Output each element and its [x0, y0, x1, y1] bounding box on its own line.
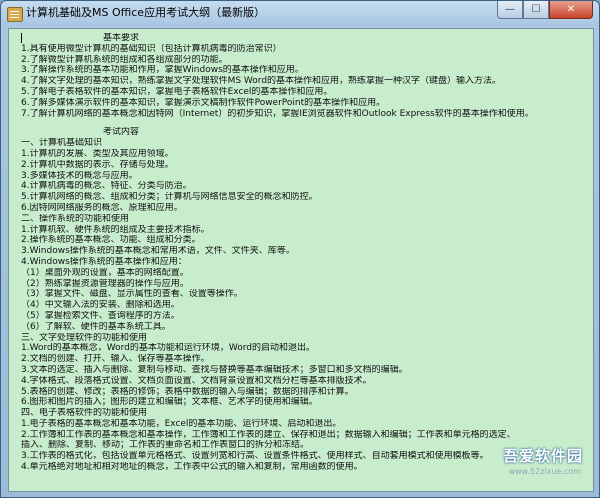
text-line: 3.了解操作系统的基本功能和作用，掌握Windows的基本操作和应用。	[21, 65, 304, 76]
text-line: 4.Windows操作系统的基本操作和应用：	[21, 256, 187, 267]
text-line: 7.了解计算机网络的基本概念和因特网（Internet）的初步知识，掌握IE浏览…	[21, 108, 534, 119]
watermark-text: 吾爱软件园	[502, 447, 583, 465]
text-line: （5）掌握检索文件、查询程序的方法。	[21, 310, 180, 321]
text-line: （1）桌面外观的设置，基本的网络配置。	[21, 267, 189, 278]
maximize-button[interactable]: ☐	[523, 1, 549, 19]
text-line: （4）中文输入法的安装、删除和选用。	[21, 300, 180, 311]
text-line: 2.工作簿和工作表的基本概念和基本操作，工作簿和工作表的建立、保存和退出；数据输…	[21, 429, 516, 440]
text-line: （3）掌握文件、磁盘、显示属性的查看、设置等操作。	[21, 289, 243, 300]
requirements-heading: 基本要求	[103, 33, 140, 43]
notepad-icon[interactable]	[7, 7, 23, 22]
text-line: 4.字体格式、段落格式设置、文档页面设置、文档背景设置和文档分栏等基本排版技术。	[21, 375, 372, 386]
text-line: 5.了解电子表格软件的基本知识，掌握电子表格软件Excel的基本操作和应用。	[21, 86, 333, 97]
minimize-icon: —	[505, 4, 515, 15]
title-bar[interactable]: 计算机基础及MS Office应用考试大纲（最新版） — ☐ ✕	[1, 1, 599, 27]
watermark-url: www.52zixue.com	[508, 467, 581, 476]
text-line: 6.了解多媒体演示软件的基本知识，掌握演示文稿制作软件PowerPoint的基本…	[21, 97, 386, 108]
text-editor-area[interactable]: 基本要求 1.具有使用微型计算机的基础知识（包括计算机病毒的防治常识） 2.了解微…	[8, 28, 594, 492]
exam-content-heading: 考试内容	[103, 127, 140, 138]
window-title: 计算机基础及MS Office应用考试大纲（最新版）	[26, 6, 266, 19]
watermark-logo: 吾爱软件园 www.52zixue.com	[488, 443, 583, 483]
minimize-button[interactable]: —	[497, 1, 523, 19]
document-content: 基本要求 1.具有使用微型计算机的基础知识（包括计算机病毒的防治常识） 2.了解微…	[21, 33, 581, 473]
close-button[interactable]: ✕	[549, 1, 593, 19]
text-line: 3.Windows操作系统的基本概念和常用术语，文件、文件夹、库等。	[21, 246, 295, 257]
text-line: 1.电子表格的基本概念和基本功能，Excel的基本功能、运行环境、启动和退出。	[21, 418, 342, 429]
text-line: 1.计算机的发展、类型及其应用领域。	[21, 148, 174, 159]
text-line: 2.文档的创建、打开、输入、保存等基本操作。	[21, 354, 210, 365]
text-line: 二、操作系统的功能和使用	[21, 213, 130, 224]
text-line: （6）了解软、硬件的基本系统工具。	[21, 321, 171, 332]
text-line: （2）熟练掌握资源管理器的操作与应用。	[21, 278, 189, 289]
close-icon: ✕	[566, 4, 576, 15]
maximize-icon: ☐	[531, 4, 541, 15]
text-line: 1.具有使用微型计算机的基础知识（包括计算机病毒的防治常识）	[21, 43, 282, 54]
text-line: 1.计算机软、硬件系统的组成及主要技术指标。	[21, 224, 210, 235]
text-line: 5.表格的创建、修改；表格的修饰；表格中数据的输入与编辑；数据的排序和计算。	[21, 386, 354, 397]
text-line: 1.Word的基本概念，Word的基本功能和运行环境，Word的启动和退出。	[21, 343, 315, 354]
window-controls: — ☐ ✕	[497, 1, 593, 20]
text-line: 4.计算机病毒的概念、特征、分类与防治。	[21, 181, 192, 192]
text-line: 一、计算机基础知识	[21, 138, 103, 149]
text-line: 6.图形和图片的插入；图形的建立和编辑；文本框、艺术字的使用和编辑。	[21, 397, 318, 408]
text-line: 3.文本的选定、插入与删除、复制与移动、查找与替换等基本编辑技术；多窗口和多文档…	[21, 364, 408, 375]
text-line: 2.计算机中数据的表示、存储与处理。	[21, 159, 174, 170]
text-line: 4.了解文字处理的基本知识，熟练掌握文字处理软件MS Word的基本操作和应用，…	[21, 76, 502, 87]
text-line: 2.了解微型计算机系统的组成和各组成部分的功能。	[21, 54, 228, 65]
text-line: 2.操作系统的基本概念、功能、组成和分类。	[21, 235, 201, 246]
text-line: 5.计算机网络的概念、组成和分类；计算机与网络信息安全的概念和防控。	[21, 192, 318, 203]
requirements-list: 1.具有使用微型计算机的基础知识（包括计算机病毒的防治常识） 2.了解微型计算机系…	[21, 44, 581, 120]
app-window: 计算机基础及MS Office应用考试大纲（最新版） — ☐ ✕ 基本要求 1.…	[0, 0, 600, 498]
text-line: 四、电子表格软件的功能和使用	[21, 408, 148, 419]
text-line: 三、文字处理软件的功能和使用	[21, 332, 148, 343]
text-line: 6.因特网网络服务的概念、原理和应用。	[21, 202, 183, 213]
exam-content-list: 一、计算机基础知识 1.计算机的发展、类型及其应用领域。 2.计算机中数据的表示、存…	[21, 138, 581, 473]
text-line: 3.多媒体技术的概念与应用。	[21, 170, 138, 181]
